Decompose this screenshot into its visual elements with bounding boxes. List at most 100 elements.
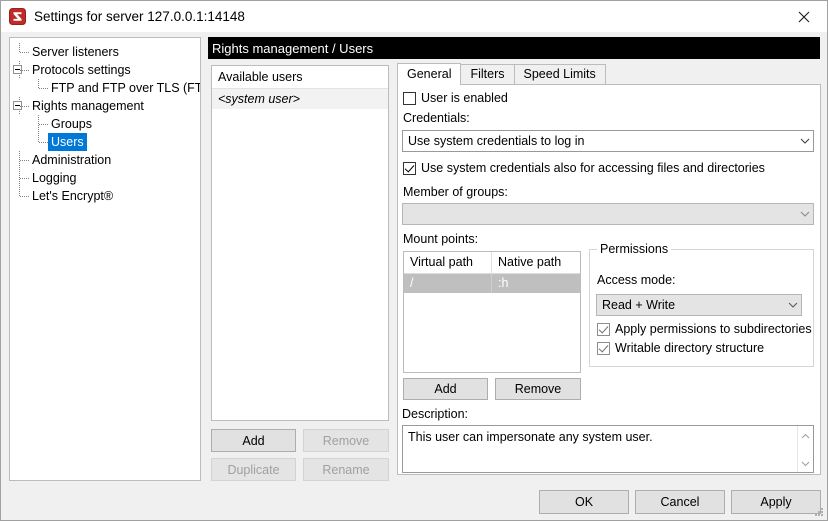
checkbox-icon (597, 323, 610, 336)
tab-strip: General Filters Speed Limits (397, 63, 605, 85)
sidebar-item-rights-management[interactable]: Rights management (10, 97, 200, 115)
sidebar-item-label: Logging (29, 169, 80, 187)
table-header-row: Virtual path Native path (404, 252, 580, 274)
duplicate-user-label: Duplicate (227, 463, 279, 477)
sidebar-item-groups[interactable]: Groups (10, 115, 200, 133)
sidebar-item-administration[interactable]: Administration (10, 151, 200, 169)
tree-connector-icon (10, 151, 29, 169)
sidebar-item-label: FTP and FTP over TLS (FTPS) (48, 79, 201, 97)
tree-root: Server listeners Protocols settings FTP … (10, 38, 200, 205)
add-user-button[interactable]: Add (211, 429, 296, 452)
credentials-label: Credentials: (403, 111, 470, 125)
credentials-value: Use system credentials to log in (408, 134, 796, 148)
member-of-groups-label: Member of groups: (403, 185, 508, 199)
close-icon[interactable] (781, 2, 827, 32)
scroll-down-icon[interactable] (801, 456, 810, 470)
cell-virtual-path: / (404, 274, 492, 293)
credentials-select[interactable]: Use system credentials to log in (402, 130, 814, 152)
sidebar-item-label: Server listeners (29, 43, 122, 61)
sidebar-item-label: Groups (48, 115, 95, 133)
tab-filters[interactable]: Filters (460, 64, 514, 85)
rename-user-label: Rename (322, 463, 369, 477)
add-user-label: Add (242, 434, 264, 448)
rename-user-button[interactable]: Rename (303, 458, 389, 481)
remove-user-button[interactable]: Remove (303, 429, 389, 452)
remove-user-label: Remove (323, 434, 370, 448)
user-enabled-checkbox[interactable]: User is enabled (403, 91, 508, 105)
sidebar-item-protocols-settings[interactable]: Protocols settings (10, 61, 200, 79)
resize-grip-icon[interactable] (813, 506, 825, 518)
writable-directory-structure-checkbox[interactable]: Writable directory structure (597, 341, 764, 355)
user-enabled-label: User is enabled (421, 91, 508, 105)
sidebar-item-label: Protocols settings (29, 61, 134, 79)
access-mode-select[interactable]: Read + Write (596, 294, 802, 316)
writable-directory-structure-label: Writable directory structure (615, 341, 764, 355)
tree-connector-icon (29, 79, 48, 97)
description-scrollbar[interactable] (797, 426, 813, 472)
tree-connector-icon (29, 115, 48, 133)
description-textarea[interactable]: This user can impersonate any system use… (402, 425, 814, 473)
cancel-label: Cancel (661, 495, 700, 509)
sidebar-item-label: Users (48, 133, 87, 151)
available-users-list[interactable]: Available users <system user> (211, 65, 389, 421)
sidebar-item-label: Administration (29, 151, 114, 169)
description-value: This user can impersonate any system use… (403, 426, 797, 472)
sidebar-item-label: Let's Encrypt® (29, 187, 116, 205)
sidebar-item-label: Rights management (29, 97, 147, 115)
settings-dialog: Settings for server 127.0.0.1:14148 Serv… (0, 0, 828, 521)
apply-permissions-subdirectories-checkbox[interactable]: Apply permissions to subdirectories (597, 322, 812, 336)
tree-connector-icon (10, 187, 29, 205)
breadcrumb-text: Rights management / Users (212, 41, 373, 56)
remove-mount-point-label: Remove (515, 382, 562, 396)
ok-label: OK (575, 495, 593, 509)
cell-native-path: :h (492, 274, 580, 293)
add-mount-point-button[interactable]: Add (403, 378, 488, 400)
tree-connector-icon (10, 169, 29, 187)
access-mode-label: Access mode: (597, 273, 676, 287)
chevron-down-icon (784, 302, 801, 308)
checkbox-icon (403, 162, 416, 175)
permissions-group-title: Permissions (597, 242, 671, 256)
tree-connector-icon (29, 133, 48, 151)
tab-general[interactable]: General (397, 63, 461, 85)
use-system-credentials-files-label: Use system credentials also for accessin… (421, 161, 765, 175)
settings-tree[interactable]: Server listeners Protocols settings FTP … (9, 37, 201, 481)
ok-button[interactable]: OK (539, 490, 629, 514)
tree-expander-icon[interactable] (10, 61, 29, 79)
available-users-header: Available users (212, 66, 388, 89)
breadcrumb: Rights management / Users (208, 37, 820, 59)
apply-permissions-subdirectories-label: Apply permissions to subdirectories (615, 322, 812, 336)
sidebar-item-ftp-ftps[interactable]: FTP and FTP over TLS (FTPS) (10, 79, 200, 97)
tree-connector-icon (10, 43, 29, 61)
description-label: Description: (402, 407, 468, 421)
table-row[interactable]: / :h (404, 274, 580, 293)
apply-label: Apply (760, 495, 791, 509)
tree-expander-icon[interactable] (10, 97, 29, 115)
filezilla-icon (9, 8, 26, 25)
add-mount-point-label: Add (434, 382, 456, 396)
remove-mount-point-button[interactable]: Remove (495, 378, 581, 400)
column-header-native-path: Native path (492, 252, 580, 273)
scroll-up-icon[interactable] (801, 428, 810, 442)
column-header-virtual-path: Virtual path (404, 252, 492, 273)
chevron-down-icon (796, 138, 813, 144)
title-bar: Settings for server 127.0.0.1:14148 (1, 1, 827, 32)
duplicate-user-button[interactable]: Duplicate (211, 458, 296, 481)
sidebar-item-lets-encrypt[interactable]: Let's Encrypt® (10, 187, 200, 205)
cancel-button[interactable]: Cancel (635, 490, 725, 514)
mount-points-table[interactable]: Virtual path Native path / :h (403, 251, 581, 373)
sidebar-item-users[interactable]: Users (10, 133, 200, 151)
chevron-down-icon (796, 211, 813, 217)
checkbox-icon (403, 92, 416, 105)
apply-button[interactable]: Apply (731, 490, 821, 514)
mount-points-label: Mount points: (403, 232, 478, 246)
sidebar-item-server-listeners[interactable]: Server listeners (10, 43, 200, 61)
checkbox-icon (597, 342, 610, 355)
use-system-credentials-files-checkbox[interactable]: Use system credentials also for accessin… (403, 161, 765, 175)
member-of-groups-select[interactable] (402, 203, 814, 225)
access-mode-value: Read + Write (602, 298, 784, 312)
tab-speed-limits[interactable]: Speed Limits (514, 64, 606, 85)
window-title: Settings for server 127.0.0.1:14148 (34, 9, 245, 24)
list-item[interactable]: <system user> (212, 89, 388, 109)
sidebar-item-logging[interactable]: Logging (10, 169, 200, 187)
